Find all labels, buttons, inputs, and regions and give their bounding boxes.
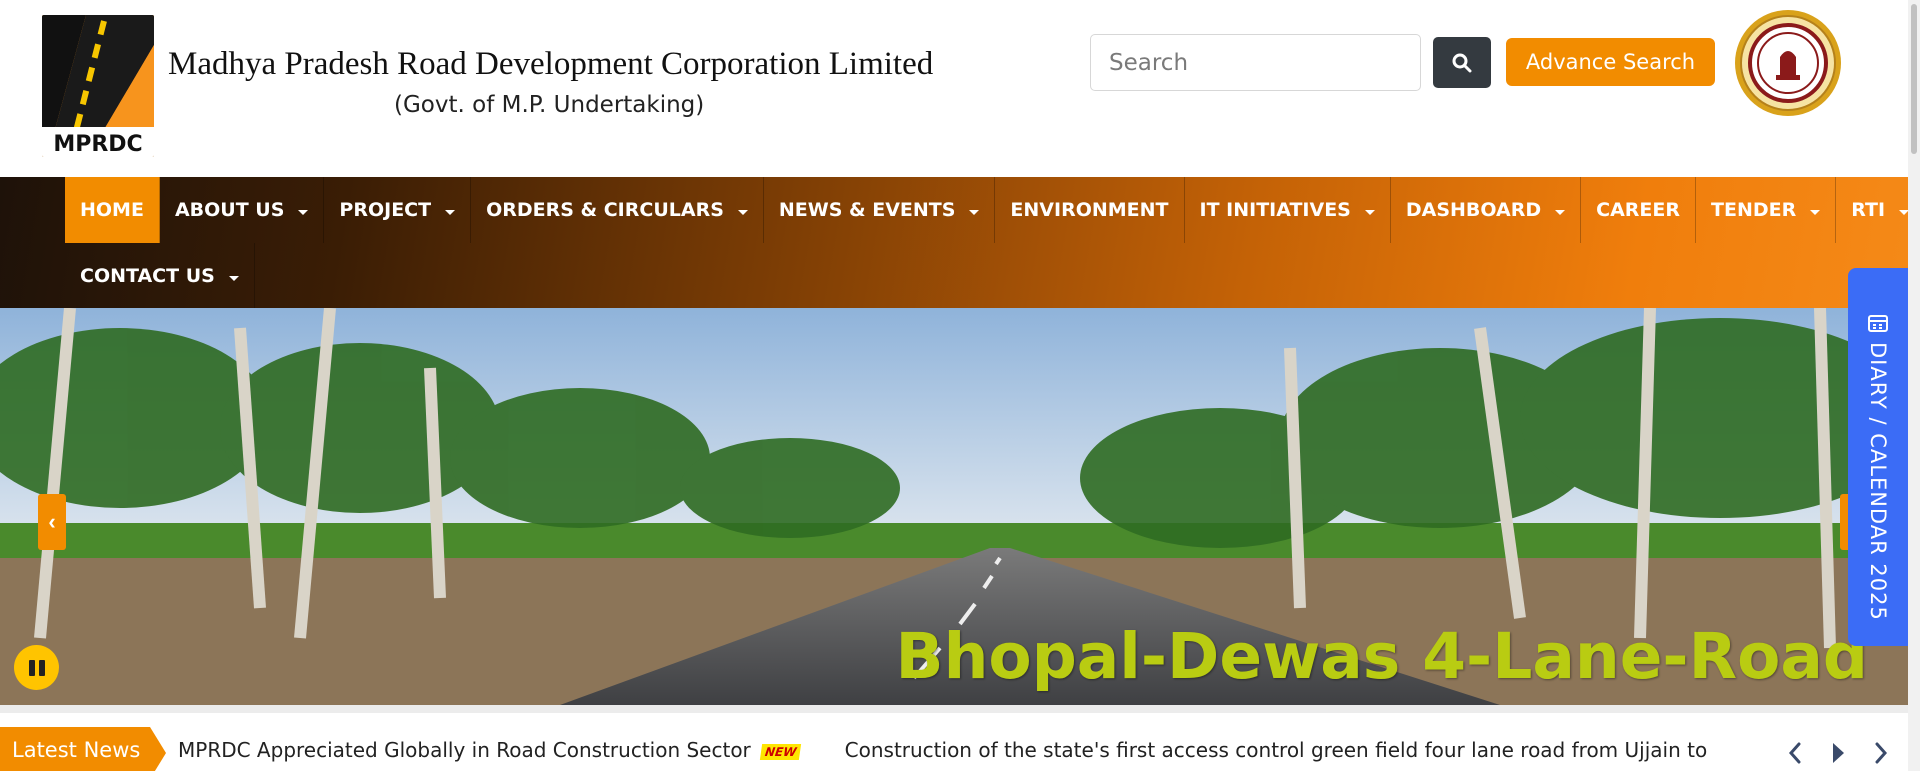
nav-item-about-us[interactable]: ABOUT US xyxy=(160,177,325,243)
nav-item-contact-us[interactable]: CONTACT US xyxy=(65,243,255,309)
diary-label: DIARY / CALENDAR 2025 xyxy=(1866,342,1890,621)
news-play-button[interactable] xyxy=(1823,733,1853,771)
caret-down-icon xyxy=(1555,209,1566,215)
caret-down-icon xyxy=(228,275,239,281)
slide-caption: Bhopal-Dewas 4-Lane-Road xyxy=(895,620,1868,693)
caret-down-icon xyxy=(298,209,309,215)
search-button[interactable] xyxy=(1433,37,1491,88)
chevron-left-icon xyxy=(1788,742,1801,764)
caret-down-icon xyxy=(737,209,748,215)
nav-row-secondary: CONTACT US xyxy=(65,243,255,309)
main-navigation: HOME ABOUT US PROJECT ORDERS & CIRCULARS… xyxy=(0,177,1920,309)
new-badge: NEW xyxy=(759,743,802,760)
nav-item-environment[interactable]: ENVIRONMENT xyxy=(995,177,1185,243)
nav-item-tender[interactable]: TENDER xyxy=(1696,177,1837,243)
slider-pause-button[interactable] xyxy=(14,645,59,690)
news-item[interactable]: Construction of the state's first access… xyxy=(845,738,1708,762)
diary-calendar-tab[interactable]: DIARY / CALENDAR 2025 xyxy=(1848,268,1908,646)
caret-down-icon xyxy=(1364,209,1375,215)
advance-search-button[interactable]: Advance Search xyxy=(1506,38,1715,86)
nav-item-it-initiatives[interactable]: IT INITIATIVES xyxy=(1185,177,1391,243)
logo-text: MPRDC xyxy=(53,132,142,157)
chevron-right-icon xyxy=(1875,742,1888,764)
calendar-icon xyxy=(1868,315,1888,332)
news-prev-button[interactable] xyxy=(1780,733,1810,771)
search-input[interactable] xyxy=(1090,34,1421,91)
nav-item-project[interactable]: PROJECT xyxy=(324,177,472,243)
site-subtitle: (Govt. of M.P. Undertaking) xyxy=(394,92,705,118)
mp-government-emblem xyxy=(1734,9,1842,117)
mprdc-logo[interactable]: MPRDC xyxy=(42,15,154,157)
nav-item-dashboard[interactable]: DASHBOARD xyxy=(1391,177,1582,243)
news-next-button[interactable] xyxy=(1866,733,1896,771)
hero-slider[interactable]: Bhopal-Dewas 4-Lane-Road xyxy=(0,308,1908,705)
nav-item-news-events[interactable]: NEWS & EVENTS xyxy=(764,177,996,243)
slider-prev-button[interactable]: ‹ xyxy=(38,494,66,550)
page-scrollbar[interactable] xyxy=(1908,0,1920,771)
nav-row-primary: HOME ABOUT US PROJECT ORDERS & CIRCULARS… xyxy=(65,177,1920,243)
caret-down-icon xyxy=(969,209,980,215)
site-header: MPRDC Madhya Pradesh Road Development Co… xyxy=(0,0,1920,177)
latest-news-bar: Latest News MPRDC Appreciated Globally i… xyxy=(0,705,1920,771)
nav-item-home[interactable]: HOME xyxy=(65,177,160,243)
search-icon xyxy=(1452,53,1472,72)
play-icon xyxy=(1833,743,1844,763)
caret-down-icon xyxy=(445,209,456,215)
news-item[interactable]: MPRDC Appreciated Globally in Road Const… xyxy=(178,738,802,762)
site-title: Madhya Pradesh Road Development Corporat… xyxy=(168,46,934,82)
news-ticker: MPRDC Appreciated Globally in Road Const… xyxy=(178,738,1753,771)
nav-item-career[interactable]: CAREER xyxy=(1581,177,1697,243)
caret-down-icon xyxy=(1810,209,1821,215)
pause-icon xyxy=(28,659,35,676)
latest-news-label: Latest News xyxy=(0,727,166,771)
nav-item-orders-circulars[interactable]: ORDERS & CIRCULARS xyxy=(471,177,764,243)
